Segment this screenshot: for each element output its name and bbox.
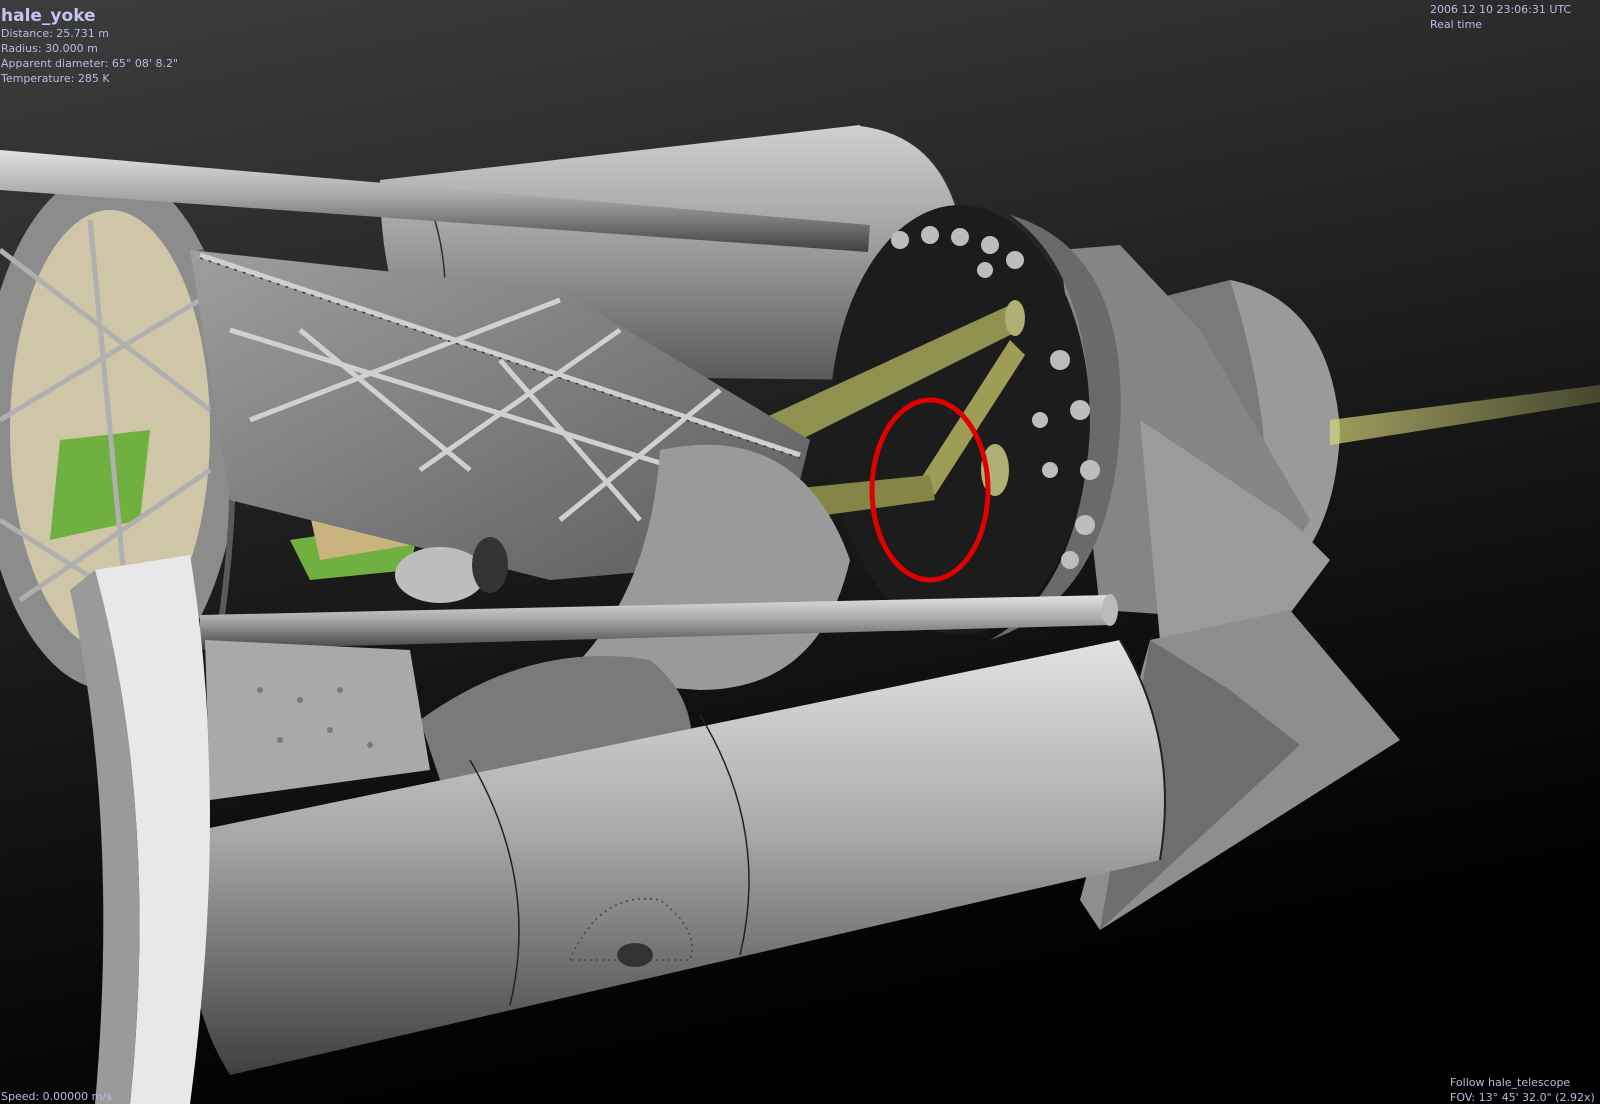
fov-readout: FOV: 13° 45' 32.0" (2.92x) (1450, 1091, 1595, 1104)
object-info-panel: hale_yoke Distance: 25.731 m Radius: 30.… (1, 6, 178, 86)
apparent-diameter-readout: Apparent diameter: 65° 08' 8.2" (1, 57, 178, 70)
3d-viewport[interactable]: hale_yoke Distance: 25.731 m Radius: 30.… (0, 0, 1600, 1104)
time-mode-readout: Real time (1430, 18, 1483, 31)
speed-readout: Speed: 0.00000 m/s (1, 1090, 112, 1103)
tracking-panel: Follow hale_telescope FOV: 13° 45' 32.0"… (1450, 1075, 1595, 1104)
telescope-scene (0, 0, 1600, 1104)
datetime-readout: 2006 12 10 23:06:31 UTC (1430, 3, 1572, 16)
distance-readout: Distance: 25.731 m (1, 27, 110, 40)
selected-object-name: hale_yoke (1, 6, 96, 26)
clock-panel: 2006 12 10 23:06:31 UTC Real time (1430, 2, 1571, 32)
temperature-readout: Temperature: 285 K (1, 72, 110, 85)
follow-target-readout: Follow hale_telescope (1450, 1076, 1571, 1089)
radius-readout: Radius: 30.000 m (1, 42, 98, 55)
